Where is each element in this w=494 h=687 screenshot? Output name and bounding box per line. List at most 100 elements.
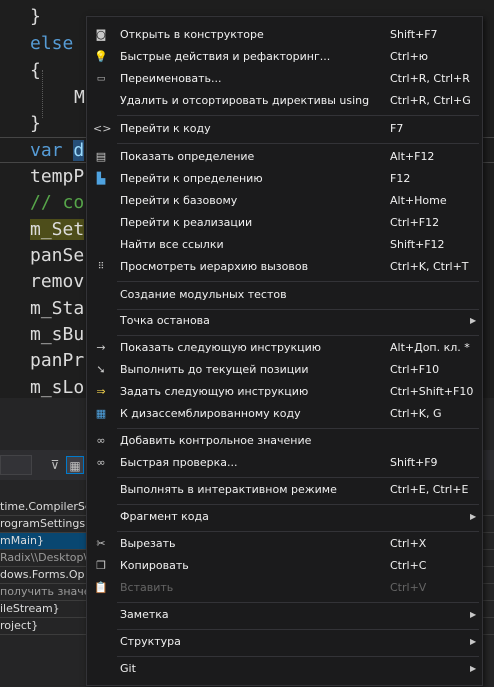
code-text: remov bbox=[30, 271, 85, 292]
menu-item-shortcut: Ctrl+K, Ctrl+T bbox=[390, 260, 469, 273]
output-row-selected[interactable]: mMain} bbox=[0, 533, 90, 549]
peek-definition-icon: ▤ bbox=[95, 150, 107, 163]
code-text: } bbox=[30, 6, 41, 27]
menu-item-find-all-references[interactable]: Найти все ссылки Shift+F12 bbox=[88, 234, 482, 256]
code-line[interactable]: panSe bbox=[30, 243, 84, 269]
code-line[interactable]: M bbox=[74, 85, 85, 111]
menu-item-cut[interactable]: ✂ Вырезать Ctrl+X bbox=[88, 533, 482, 555]
menu-item-copy[interactable]: ❐ Копировать Ctrl+C bbox=[88, 555, 482, 577]
output-row[interactable]: Radix\\Desktop\ bbox=[0, 550, 90, 566]
code-text: tempP bbox=[30, 166, 85, 187]
menu-item-rename[interactable]: ▭ Переименовать... Ctrl+R, Ctrl+R bbox=[88, 68, 482, 90]
menu-item-shortcut: F12 bbox=[390, 172, 411, 185]
code-line[interactable]: { bbox=[30, 58, 41, 84]
submenu-arrow-icon: ▶ bbox=[470, 316, 477, 325]
menu-separator bbox=[117, 656, 479, 657]
menu-item-label: Быстрые действия и рефакторинг... bbox=[120, 50, 331, 63]
menu-item-label: Показать следующую инструкцию bbox=[120, 341, 322, 354]
copy-icon: ❐ bbox=[96, 559, 106, 572]
menu-item-label: Удалить и отсортировать директивы using bbox=[120, 94, 370, 107]
filter-icon[interactable]: ⊽ bbox=[46, 456, 64, 474]
code-text: panSe bbox=[30, 245, 85, 266]
menu-item-remove-sort-usings[interactable]: Удалить и отсортировать директивы using … bbox=[88, 90, 482, 112]
menu-item-add-watch[interactable]: ∞ Добавить контрольное значение bbox=[88, 430, 482, 452]
menu-item-quick-actions[interactable]: 💡 Быстрые действия и рефакторинг... Ctrl… bbox=[88, 46, 482, 68]
menu-item-go-to-base[interactable]: Перейти к базовому Alt+Home bbox=[88, 190, 482, 212]
menu-item-label: Быстрая проверка... bbox=[120, 456, 238, 469]
submenu-arrow-icon: ▶ bbox=[470, 664, 477, 673]
output-row[interactable]: получить значе bbox=[0, 584, 90, 600]
menu-item-label: Вырезать bbox=[120, 537, 176, 550]
menu-item-shortcut: Shift+F12 bbox=[390, 238, 445, 251]
menu-item-shortcut: Ctrl+Shift+F10 bbox=[390, 385, 474, 398]
code-line[interactable]: // co bbox=[30, 190, 84, 216]
code-line[interactable]: } bbox=[30, 111, 41, 137]
menu-item-go-to-disassembly[interactable]: ▦ К дизассемблированному коду Ctrl+K, G bbox=[88, 403, 482, 425]
menu-item-label: Копировать bbox=[120, 559, 189, 572]
menu-item-label: Выполнить до текущей позиции bbox=[120, 363, 309, 376]
menu-item-label: Показать определение bbox=[120, 150, 255, 163]
code-line[interactable]: remov bbox=[30, 269, 84, 295]
menu-item-outlining[interactable]: Структура ▶ bbox=[88, 631, 482, 653]
code-comment: // co bbox=[30, 192, 85, 213]
code-line[interactable]: var d bbox=[30, 138, 85, 164]
code-line[interactable]: else bbox=[30, 31, 73, 57]
menu-item-label: Открыть в конструкторе bbox=[120, 28, 264, 41]
lightbulb-icon: 💡 bbox=[94, 50, 108, 63]
code-text: m_Set bbox=[30, 219, 85, 240]
code-line[interactable]: m_Sta bbox=[30, 296, 84, 322]
menu-item-label: Перейти к базовому bbox=[120, 194, 238, 207]
menu-item-set-next-statement[interactable]: ⇒ Задать следующую инструкцию Ctrl+Shift… bbox=[88, 381, 482, 403]
code-keyword: else bbox=[30, 33, 74, 54]
menu-item-quick-watch[interactable]: ∞ Быстрая проверка... Shift+F9 bbox=[88, 452, 482, 474]
menu-item-label: Перейти к определению bbox=[120, 172, 263, 185]
menu-item-show-next-statement[interactable]: → Показать следующую инструкцию Alt+Доп.… bbox=[88, 337, 482, 359]
view-toggle-icon[interactable]: ▦ bbox=[66, 456, 84, 474]
menu-item-shortcut: Ctrl+X bbox=[390, 537, 427, 550]
menu-item-peek-definition[interactable]: ▤ Показать определение Alt+F12 bbox=[88, 146, 482, 168]
menu-item-call-hierarchy[interactable]: ⠿ Просмотреть иерархию вызовов Ctrl+K, C… bbox=[88, 256, 482, 278]
menu-item-create-unit-tests[interactable]: Создание модульных тестов bbox=[88, 284, 482, 306]
menu-item-shortcut: Shift+F7 bbox=[390, 28, 438, 41]
menu-item-go-to-code[interactable]: <> Перейти к коду F7 bbox=[88, 118, 482, 140]
menu-item-breakpoint[interactable]: Точка останова ▶ bbox=[88, 310, 482, 332]
menu-item-execute-interactive[interactable]: Выполнять в интерактивном режиме Ctrl+E,… bbox=[88, 479, 482, 501]
code-line[interactable]: } bbox=[30, 4, 41, 30]
menu-item-shortcut: Ctrl+K, G bbox=[390, 407, 442, 420]
code-text: M bbox=[74, 87, 85, 108]
menu-separator bbox=[117, 531, 479, 532]
menu-item-snippet[interactable]: Фрагмент кода ▶ bbox=[88, 506, 482, 528]
code-line[interactable]: panPr bbox=[30, 348, 84, 374]
menu-item-shortcut: Alt+Home bbox=[390, 194, 447, 207]
menu-item-label: Фрагмент кода bbox=[120, 510, 209, 523]
code-line[interactable]: m_Set bbox=[30, 217, 85, 243]
menu-separator bbox=[117, 504, 479, 505]
output-row[interactable]: ileStream} bbox=[0, 601, 90, 617]
menu-item-shortcut: Ctrl+F12 bbox=[390, 216, 440, 229]
paste-icon: 📋 bbox=[94, 581, 108, 594]
menu-item-paste[interactable]: 📋 Вставить Ctrl+V bbox=[88, 577, 482, 599]
menu-item-git[interactable]: Git ▶ bbox=[88, 658, 482, 680]
code-line[interactable]: tempP bbox=[30, 164, 84, 190]
toolbar-dropdown[interactable] bbox=[0, 455, 32, 475]
output-row[interactable]: roject} bbox=[0, 618, 90, 634]
menu-item-label: Выполнять в интерактивном режиме bbox=[120, 483, 337, 496]
menu-item-run-to-cursor[interactable]: ➘ Выполнить до текущей позиции Ctrl+F10 bbox=[88, 359, 482, 381]
menu-item-go-to-definition[interactable]: ▙ Перейти к определению F12 bbox=[88, 168, 482, 190]
output-row[interactable]: dows.Forms.Op bbox=[0, 567, 90, 583]
menu-item-annotation[interactable]: Заметка ▶ bbox=[88, 604, 482, 626]
code-line[interactable]: m_sBu bbox=[30, 322, 84, 348]
menu-separator bbox=[117, 477, 479, 478]
menu-separator bbox=[117, 428, 479, 429]
menu-item-shortcut: Alt+F12 bbox=[390, 150, 435, 163]
submenu-arrow-icon: ▶ bbox=[470, 512, 477, 521]
submenu-arrow-icon: ▶ bbox=[470, 637, 477, 646]
output-row[interactable]: rogramSettings} bbox=[0, 516, 90, 532]
menu-item-go-to-implementation[interactable]: Перейти к реализации Ctrl+F12 bbox=[88, 212, 482, 234]
menu-separator bbox=[117, 281, 479, 282]
glasses-icon: ∞ bbox=[96, 434, 106, 447]
run-to-cursor-icon: ➘ bbox=[96, 363, 106, 376]
output-row[interactable]: time.CompilerSe bbox=[0, 499, 90, 515]
menu-item-open-designer[interactable]: ◙ Открыть в конструкторе Shift+F7 bbox=[88, 24, 482, 46]
indent-guide bbox=[42, 70, 43, 118]
